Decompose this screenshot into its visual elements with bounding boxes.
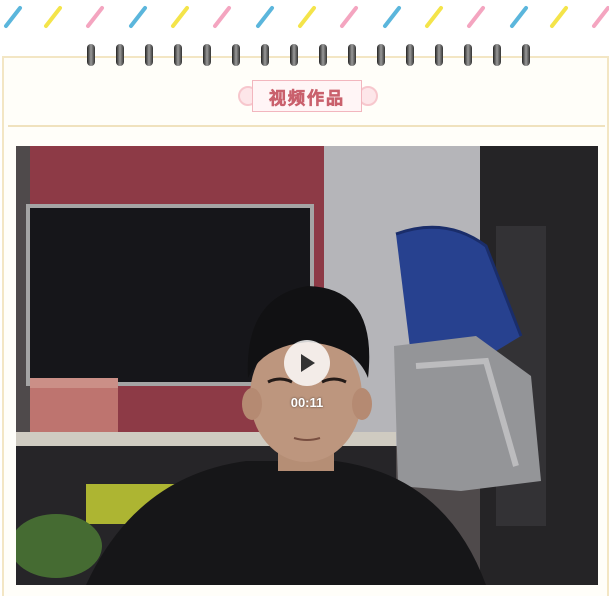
section-title-box: 视频作品 [252, 80, 362, 112]
play-button[interactable] [284, 340, 330, 386]
video-duration: 00:11 [290, 395, 324, 410]
play-icon [301, 354, 315, 372]
decorative-stripes [4, 6, 609, 28]
spiral-rings [87, 44, 530, 66]
section-title: 视频作品 [269, 88, 345, 109]
title-divider [8, 125, 605, 127]
